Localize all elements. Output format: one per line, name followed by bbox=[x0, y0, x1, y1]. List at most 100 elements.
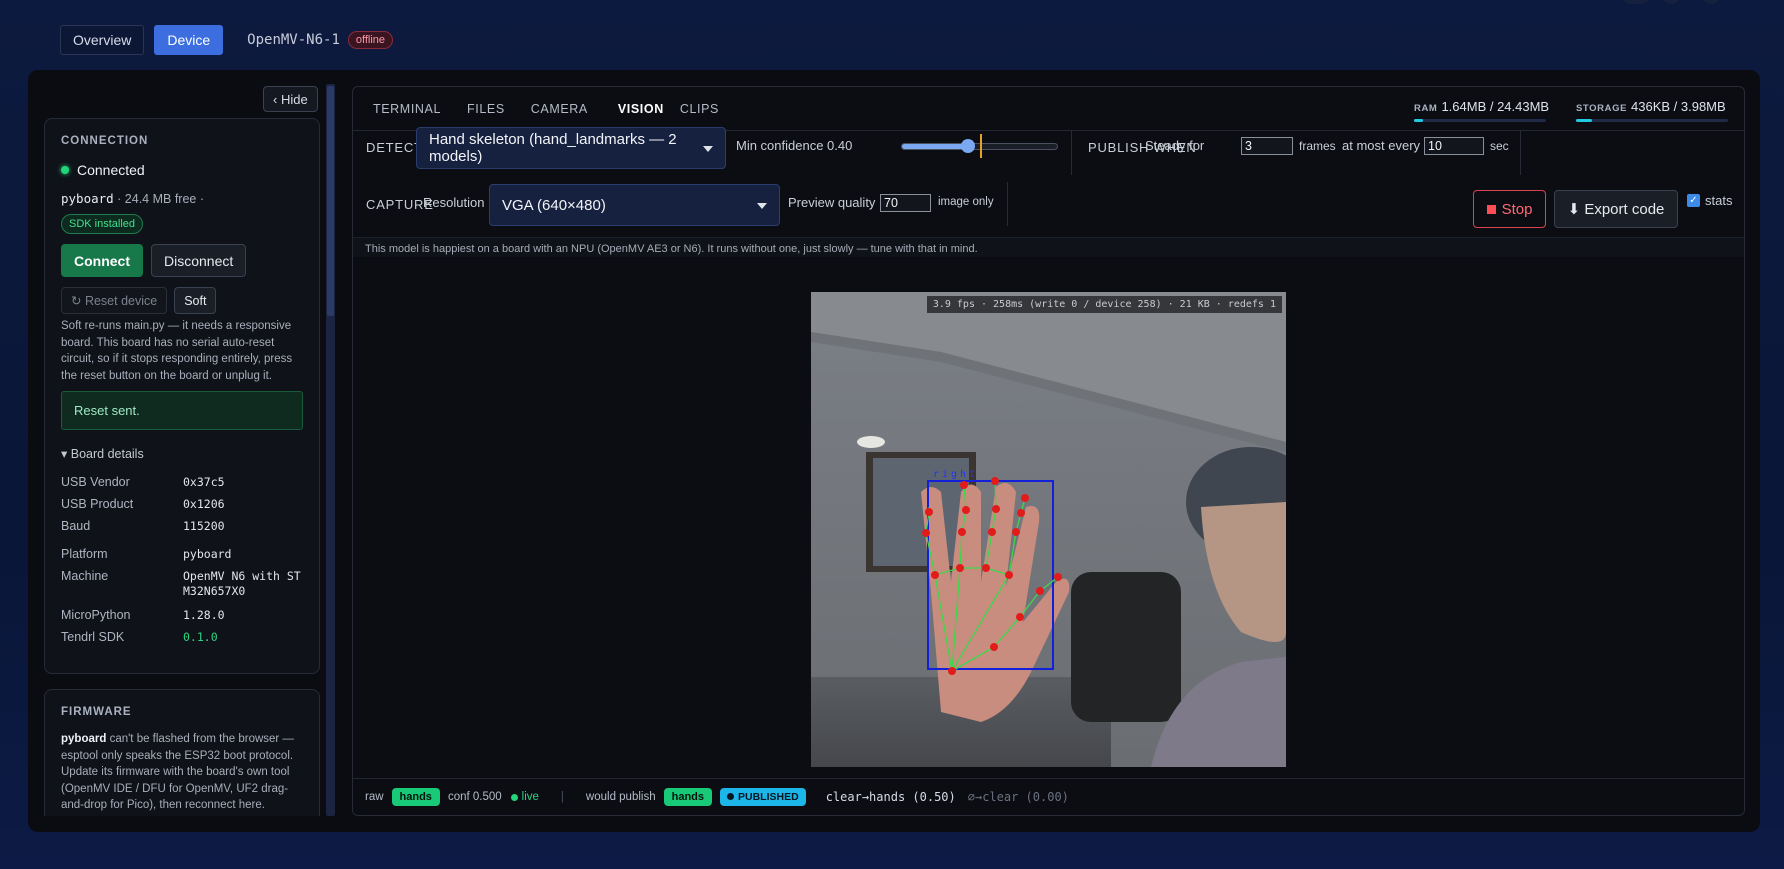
resolution-select[interactable]: VGA (640×480) bbox=[489, 184, 780, 226]
steady-label: Steady for bbox=[1145, 138, 1205, 153]
board-name: pyboard bbox=[61, 191, 114, 206]
frames-label: frames bbox=[1299, 139, 1336, 153]
board-details-toggle[interactable]: ▾ Board details bbox=[61, 446, 303, 461]
connected-dot-icon bbox=[61, 166, 69, 174]
stats-checkbox[interactable]: ✓ stats bbox=[1687, 193, 1732, 208]
raw-label: raw bbox=[365, 791, 384, 803]
min-confidence-slider[interactable] bbox=[901, 134, 1058, 158]
detail-key: Baud bbox=[61, 519, 91, 533]
detect-model-select[interactable]: Hand skeleton (hand_landmarks — 2 models… bbox=[416, 127, 726, 169]
top-bar: Overview Device OpenMV-N6-1 offline bbox=[60, 25, 394, 55]
preview-quality-input[interactable]: 70 bbox=[880, 194, 931, 212]
storage-bar bbox=[1576, 119, 1728, 122]
reset-sent-alert: Reset sent. bbox=[61, 391, 303, 430]
export-code-button[interactable]: ⬇ Export code bbox=[1554, 190, 1678, 228]
ram-bar bbox=[1414, 119, 1546, 122]
transition-previous: ∅→clear (0.00) bbox=[967, 790, 1069, 804]
ram-label: RAM bbox=[1414, 103, 1438, 114]
stop-icon bbox=[1486, 204, 1496, 214]
live-label: live bbox=[521, 791, 539, 803]
slider-marker bbox=[980, 134, 982, 158]
settings-icon[interactable] bbox=[1702, 0, 1720, 4]
storage-meter: STORAGE 436KB / 3.98MB bbox=[1576, 99, 1728, 122]
at-most-label: at most every bbox=[1342, 138, 1421, 153]
firmware-board: pyboard bbox=[61, 733, 107, 745]
detail-value: 1.28.0 bbox=[183, 608, 225, 622]
avatar[interactable] bbox=[1622, 0, 1650, 4]
soft-reset-note: Soft re-runs main.py — it needs a respon… bbox=[61, 320, 293, 382]
published-label: PUBLISHED bbox=[738, 791, 799, 803]
connection-card: CONNECTION Connected pyboard · 24.4 MB f… bbox=[44, 118, 320, 674]
detail-key: Tendrl SDK bbox=[61, 630, 125, 644]
npu-hint: This model is happiest on a board with a… bbox=[365, 243, 978, 255]
connection-status: Connected bbox=[77, 162, 145, 178]
detect-model-value: Hand skeleton (hand_landmarks — 2 models… bbox=[429, 131, 677, 165]
hide-sidebar-button[interactable]: ‹ Hide bbox=[263, 86, 318, 112]
firmware-note: pyboard can't be flashed from the browse… bbox=[61, 731, 303, 814]
device-name: OpenMV-N6-1 bbox=[247, 32, 340, 48]
tab-clips[interactable]: CLIPS bbox=[680, 87, 735, 131]
ram-bar-fill bbox=[1414, 119, 1423, 122]
image-only-label: image only bbox=[938, 196, 994, 208]
steady-frames-input[interactable]: 3 bbox=[1241, 137, 1293, 155]
detail-key: MicroPython bbox=[61, 608, 131, 622]
resolution-value: VGA (640×480) bbox=[502, 196, 606, 214]
stop-button[interactable]: Stop bbox=[1473, 190, 1546, 228]
sec-label: sec bbox=[1490, 139, 1509, 153]
tab-overview[interactable]: Overview bbox=[60, 25, 145, 55]
chevron-down-icon bbox=[703, 146, 713, 152]
would-publish-label: would publish bbox=[585, 791, 656, 803]
soft-reset-button[interactable]: Soft bbox=[174, 287, 217, 314]
detect-label: DETECT bbox=[366, 140, 423, 155]
live-dot-icon bbox=[510, 793, 518, 801]
tab-vision[interactable]: VISION bbox=[604, 87, 680, 132]
detail-key: Machine bbox=[61, 569, 109, 583]
fps-stats-overlay: 3.9 fps · 258ms (write 0 / device 258) ·… bbox=[926, 296, 1282, 313]
divider bbox=[1520, 131, 1521, 175]
hand-label: right bbox=[933, 469, 978, 480]
chevron-down-icon bbox=[757, 203, 767, 209]
reset-device-button[interactable]: ↻ Reset device bbox=[61, 287, 168, 314]
confidence-value: conf 0.500 bbox=[447, 791, 502, 803]
menu-icon[interactable] bbox=[1662, 0, 1680, 4]
tab-terminal[interactable]: TERMINAL bbox=[373, 87, 457, 131]
detail-key: USB Product bbox=[61, 497, 134, 511]
tab-files[interactable]: FILES bbox=[457, 87, 521, 131]
min-confidence-label: Min confidence 0.40 bbox=[736, 138, 853, 153]
detail-value: OpenMV N6 with STM32N657X0 bbox=[183, 569, 301, 598]
publish-interval-input[interactable]: 10 bbox=[1424, 137, 1484, 155]
separator: | bbox=[560, 791, 564, 803]
slider-thumb[interactable] bbox=[961, 139, 975, 153]
device-status-badge: offline bbox=[347, 31, 394, 49]
divider bbox=[1007, 182, 1008, 226]
firmware-card: FIRMWARE pyboard can't be flashed from t… bbox=[44, 689, 320, 816]
preview-quality-label: Preview quality bbox=[788, 195, 876, 210]
detail-value: pyboard bbox=[183, 547, 232, 561]
free-space: · 24.4 MB free · bbox=[117, 192, 205, 206]
camera-image: right bbox=[811, 292, 1286, 767]
detail-key: USB Vendor bbox=[61, 475, 130, 489]
slider-fill bbox=[902, 144, 968, 149]
connect-button[interactable]: Connect bbox=[61, 244, 143, 277]
would-publish-pill: hands bbox=[663, 788, 713, 806]
detail-key: Platform bbox=[61, 547, 108, 561]
sdk-version: 0.1.0 bbox=[183, 630, 218, 644]
storage-bar-fill bbox=[1576, 119, 1592, 122]
resolution-label: Resolution bbox=[423, 195, 485, 210]
stats-label: stats bbox=[1705, 193, 1733, 208]
disconnect-button[interactable]: Disconnect bbox=[151, 244, 247, 277]
firmware-heading: FIRMWARE bbox=[61, 706, 132, 718]
published-dot-icon bbox=[727, 793, 735, 800]
sidebar-scrollbar[interactable] bbox=[326, 84, 335, 816]
tab-device[interactable]: Device bbox=[154, 25, 224, 55]
storage-value: 436KB / 3.98MB bbox=[1631, 99, 1726, 114]
board-details-list: USB Vendor 0x37c5 USB Product 0x1206 Baud 1… bbox=[61, 471, 303, 648]
scrollbar-thumb[interactable] bbox=[327, 86, 334, 316]
tab-camera[interactable]: CAMERA bbox=[521, 87, 604, 131]
ram-value: 1.64MB / 24.43MB bbox=[1441, 99, 1550, 114]
vision-panel: TERMINAL FILES CAMERA VISION CLIPS RAM 1.… bbox=[352, 86, 1745, 816]
ram-meter: RAM 1.64MB / 24.43MB bbox=[1414, 99, 1550, 122]
publish-status-bar: raw hands conf 0.500 live | would publis… bbox=[353, 778, 1744, 815]
sdk-installed-badge: SDK installed bbox=[61, 214, 144, 234]
published-badge: PUBLISHED bbox=[720, 788, 806, 806]
